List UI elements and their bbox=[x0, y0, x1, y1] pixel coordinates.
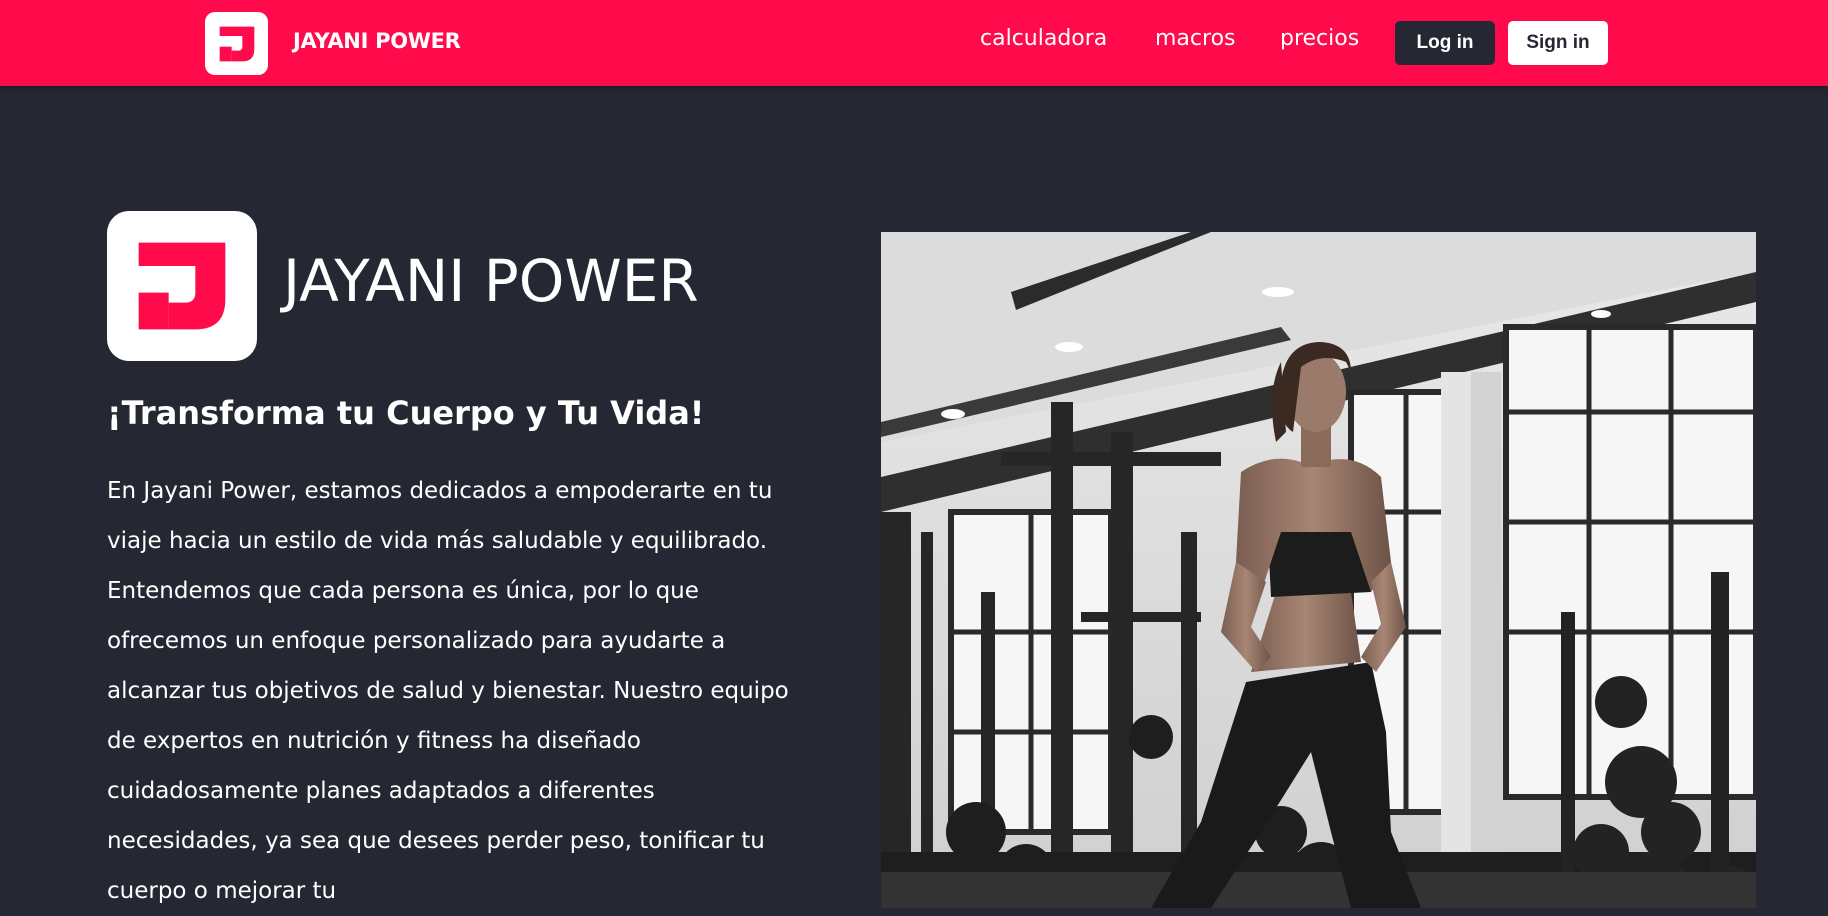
top-navbar: JAYANI POWER calculadora macros precios … bbox=[0, 0, 1828, 86]
hero-description: En Jayani Power, estamos dedicados a emp… bbox=[107, 478, 789, 904]
nav-logo[interactable] bbox=[205, 12, 268, 75]
jayani-j-logo-icon bbox=[138, 242, 226, 330]
jayani-j-logo-icon bbox=[219, 26, 254, 61]
nav-link-precios[interactable]: precios bbox=[1280, 26, 1359, 51]
log-in-button[interactable]: Log in bbox=[1395, 21, 1495, 65]
nav-link-macros[interactable]: macros bbox=[1155, 26, 1236, 51]
hero-logo bbox=[107, 211, 257, 361]
hero-tagline: ¡Transforma tu Cuerpo y Tu Vida! bbox=[107, 394, 705, 432]
nav-link-calculadora[interactable]: calculadora bbox=[980, 26, 1107, 51]
gym-scene-illustration bbox=[881, 232, 1756, 908]
sign-in-button[interactable]: Sign in bbox=[1508, 21, 1608, 65]
woman-in-gym-photo bbox=[881, 232, 1756, 908]
hero-brand-title: JAYANI POWER bbox=[283, 247, 699, 315]
nav-brand-name[interactable]: JAYANI POWER bbox=[293, 29, 461, 53]
